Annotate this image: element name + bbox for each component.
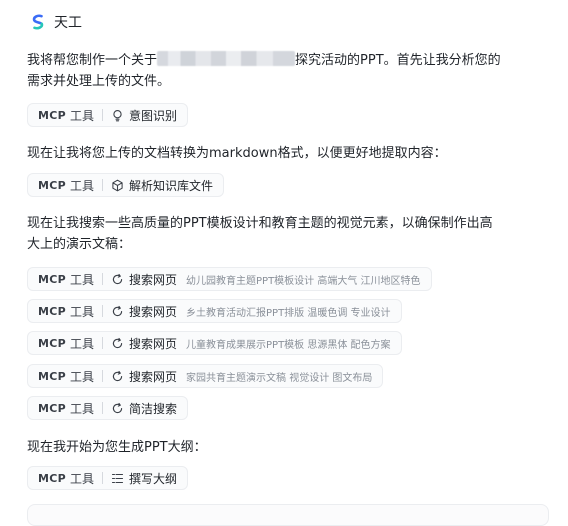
app-name: 天工 [54, 15, 82, 31]
refresh-search-icon [111, 370, 124, 383]
refresh-search-icon [111, 402, 124, 415]
tool-label: 工具 [69, 178, 94, 193]
tool-label: 工具 [69, 272, 94, 287]
tool-label: 工具 [69, 401, 94, 416]
tool-call-chip[interactable]: MCP 工具 搜索网页 乡土教育活动汇报PPT排版 温暖色调 专业设计 [27, 299, 402, 323]
mcp-label: MCP [38, 401, 66, 415]
tool-call-chip[interactable]: MCP 工具 搜索网页 幼儿园教育主题PPT模板设计 高端大气 江川地区特色 [27, 267, 432, 291]
tool-action: 意图识别 [129, 108, 178, 123]
message-text: 大上的演示文稿： [27, 237, 132, 252]
mcp-label: MCP [38, 108, 66, 122]
tool-label: 工具 [69, 304, 94, 319]
assistant-message-search: 现在让我搜索一些高质量的PPT模板设计和教育主题的视觉元素，以确保制作出高 大上… [27, 213, 547, 255]
tool-action: 撰写大纲 [129, 471, 178, 486]
message-text: 现在让我搜索一些高质量的PPT模板设计和教育主题的视觉元素，以确保制作出高 [27, 216, 493, 231]
tool-call-chip[interactable]: MCP 工具 意图识别 [27, 103, 189, 127]
assistant-message-convert: 现在让我将您上传的文档转换为markdown格式，以便更好地提取内容： [27, 143, 547, 164]
message-text: 需求并处理上传的文件。 [27, 74, 171, 89]
skywork-logo-icon [32, 14, 44, 30]
tool-action: 解析知识库文件 [129, 178, 214, 193]
tool-action: 搜索网页 [129, 369, 178, 384]
tool-label: 工具 [69, 108, 94, 123]
divider [102, 179, 103, 191]
cube-icon [111, 179, 124, 192]
tool-action: 搜索网页 [129, 304, 178, 319]
mcp-label: MCP [38, 272, 66, 286]
divider [102, 472, 103, 484]
message-text: 探究活动的PPT。首先让我分析您的 [295, 53, 501, 68]
tool-call-chip[interactable]: MCP 工具 撰写大纲 [27, 466, 189, 490]
search-query: 幼儿园教育主题PPT模板设计 高端大气 江川地区特色 [186, 275, 421, 287]
refresh-search-icon [111, 337, 124, 350]
message-text: 现在我开始为您生成PPT大纲： [27, 440, 207, 455]
search-query: 儿童教育成果展示PPT模板 思源黑体 配色方案 [186, 339, 391, 351]
tool-label: 工具 [69, 369, 94, 384]
refresh-search-icon [111, 305, 124, 318]
tool-action: 搜索网页 [129, 336, 178, 351]
search-query: 乡土教育活动汇报PPT排版 温暖色调 专业设计 [186, 307, 391, 319]
mcp-label: MCP [38, 369, 66, 383]
message-text: 现在让我将您上传的文档转换为markdown格式，以便更好地提取内容： [27, 146, 447, 161]
divider [102, 273, 103, 285]
mcp-label: MCP [38, 336, 66, 350]
divider [102, 337, 103, 349]
mcp-label: MCP [38, 178, 66, 192]
app-header: 天工 [29, 11, 82, 33]
tool-label: 工具 [69, 471, 94, 486]
assistant-message-intro: 我将帮您制作一个关于 探究活动的PPT。首先让我分析您的 需求并处理上传的文件。 [27, 50, 547, 92]
tool-action: 搜索网页 [129, 272, 178, 287]
tool-call-chip[interactable]: MCP 工具 搜索网页 家园共育主题演示文稿 视觉设计 图文布局 [27, 364, 384, 388]
divider [102, 370, 103, 382]
outline-list-icon [111, 472, 124, 485]
lightbulb-icon [111, 109, 124, 122]
mcp-label: MCP [38, 304, 66, 318]
divider [102, 402, 103, 414]
redacted-text-block [157, 51, 296, 66]
tool-label: 工具 [69, 336, 94, 351]
message-text: 我将帮您制作一个关于 [27, 53, 158, 68]
refresh-search-icon [111, 273, 124, 286]
output-card-partial[interactable] [27, 504, 549, 526]
mcp-label: MCP [38, 471, 66, 485]
divider [102, 305, 103, 317]
tool-action: 简洁搜索 [129, 401, 178, 416]
divider [102, 109, 103, 121]
assistant-message-outline: 现在我开始为您生成PPT大纲： [27, 437, 547, 458]
tool-call-chip[interactable]: MCP 工具 搜索网页 儿童教育成果展示PPT模板 思源黑体 配色方案 [27, 331, 402, 355]
search-query: 家园共育主题演示文稿 视觉设计 图文布局 [186, 372, 373, 384]
tool-call-chip[interactable]: MCP 工具 简洁搜索 [27, 396, 189, 420]
tool-call-chip[interactable]: MCP 工具 解析知识库文件 [27, 173, 225, 197]
